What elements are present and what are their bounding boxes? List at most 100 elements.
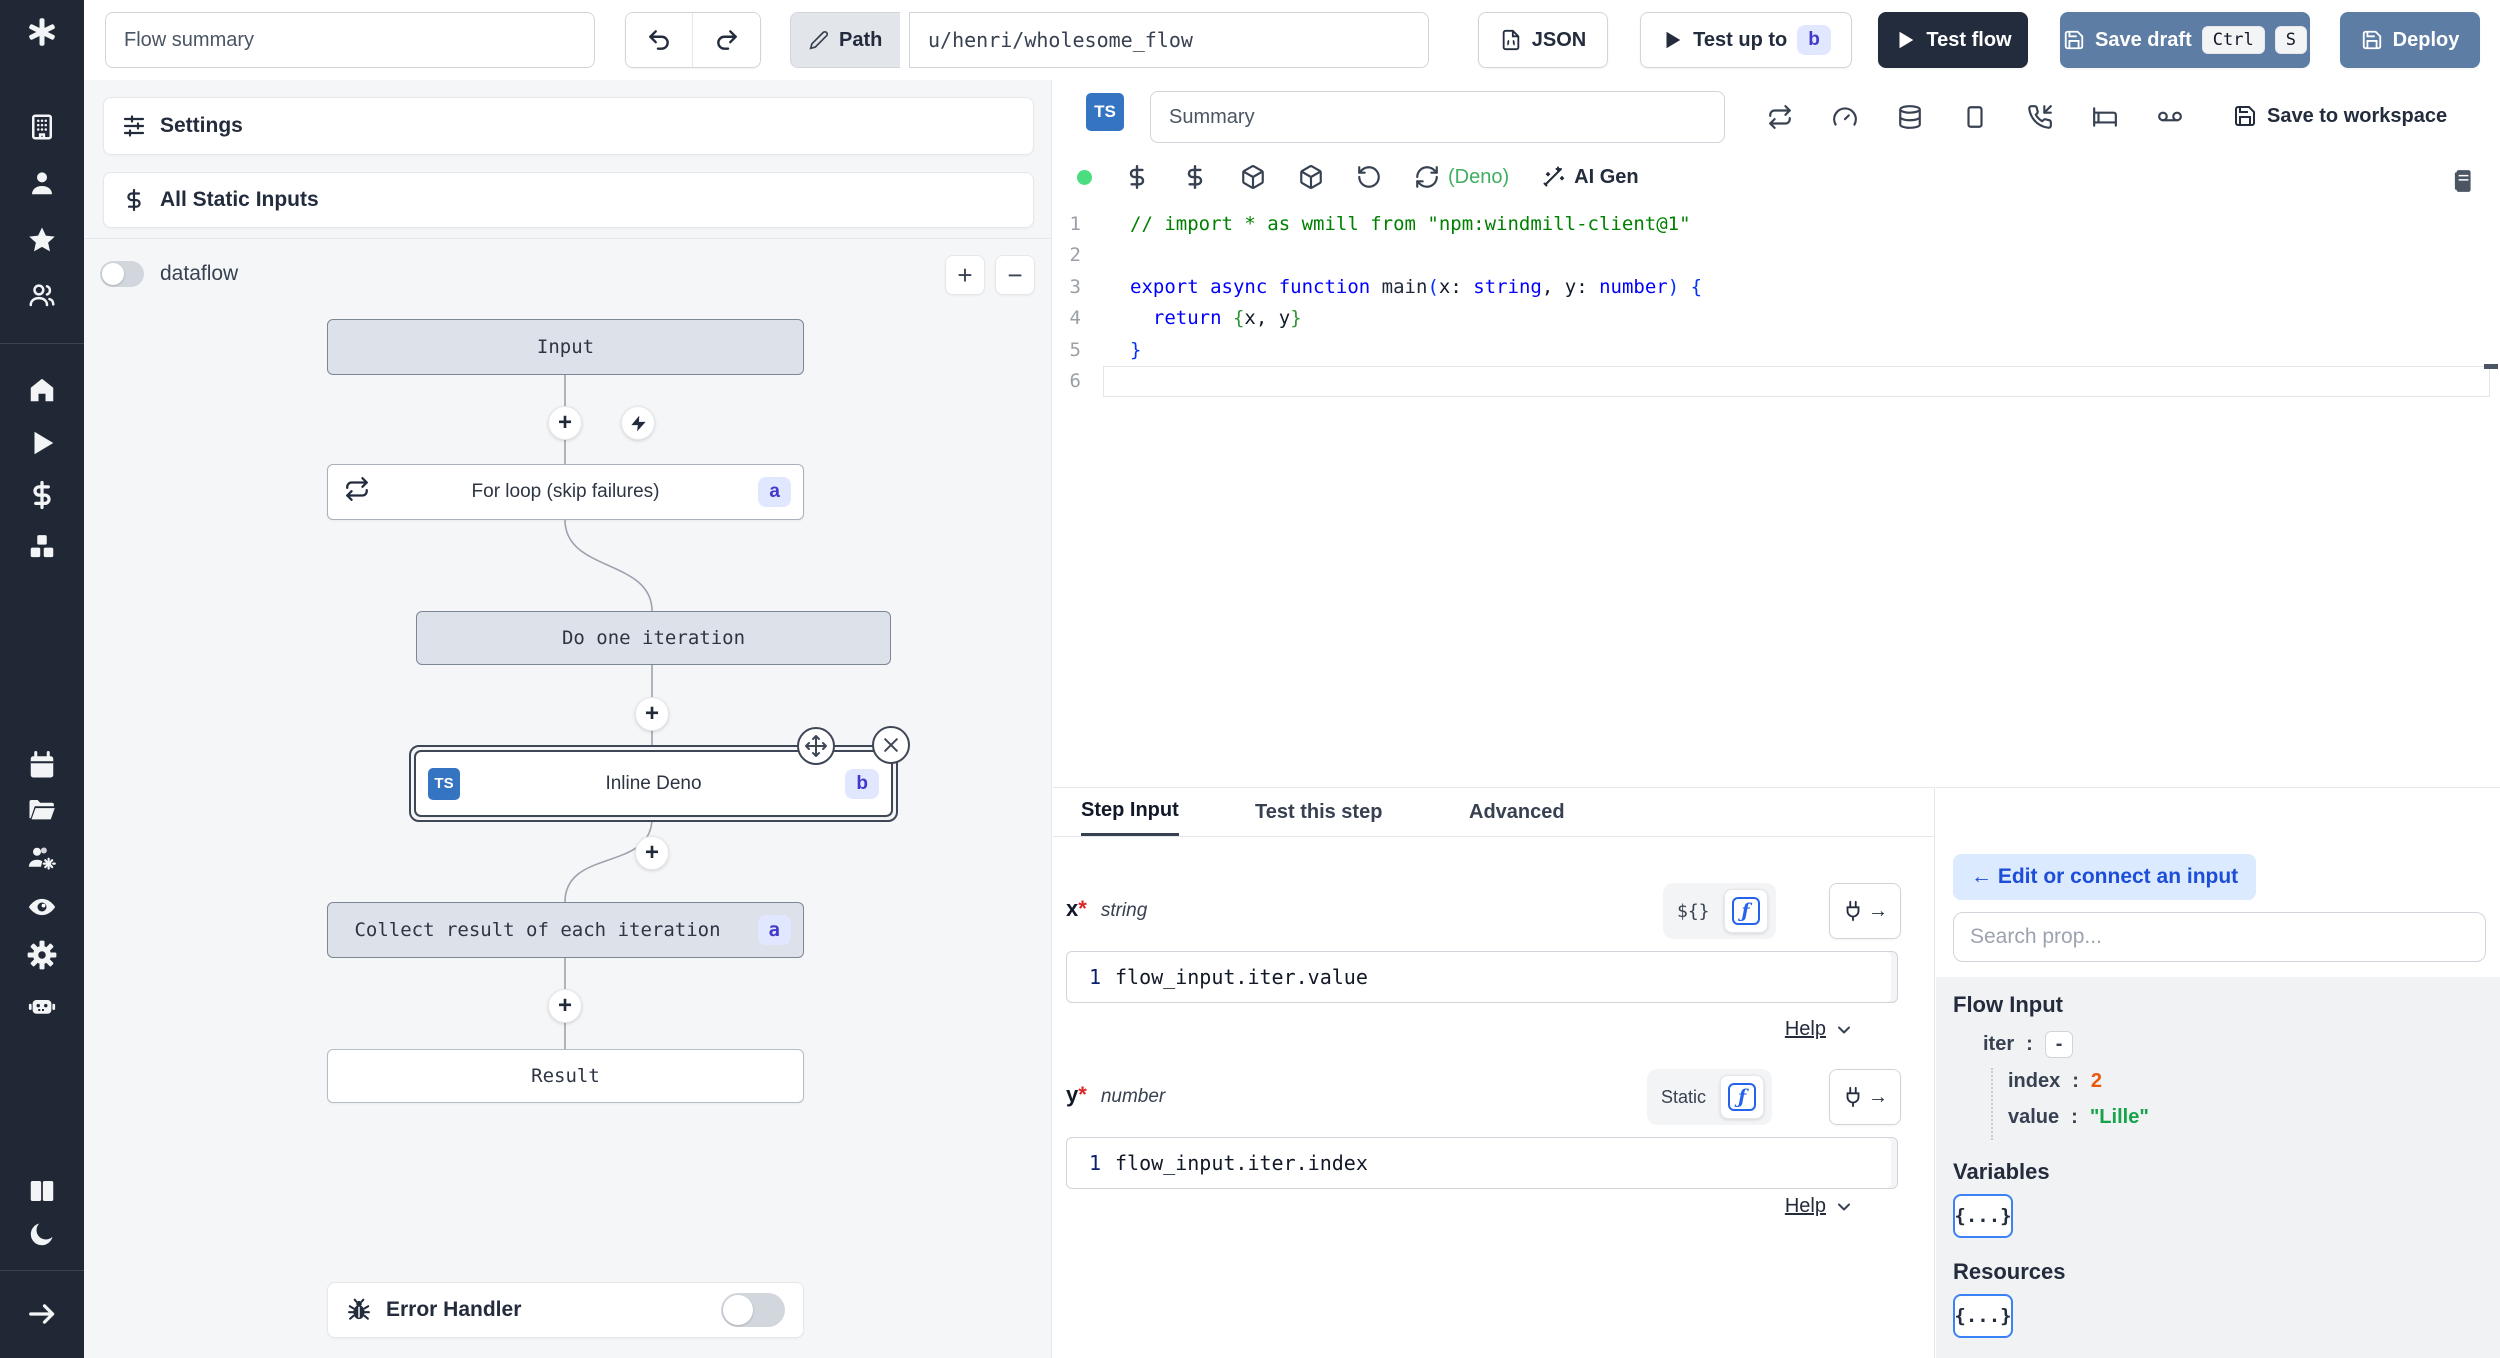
flow-summary-input[interactable]	[105, 12, 595, 68]
package-box-icon[interactable]	[1240, 164, 1266, 190]
test-flow-button[interactable]: Test flow	[1878, 12, 2028, 68]
workspace-building-icon[interactable]	[0, 105, 84, 149]
step-summary-input[interactable]	[1150, 91, 1725, 143]
code-editor[interactable]: 1// import * as wmill from "npm:windmill…	[1053, 208, 2490, 397]
resources-object-button[interactable]: {...}	[1953, 1294, 2013, 1338]
code-line[interactable]: 4 return {x, y}	[1053, 303, 2490, 335]
node-result[interactable]: Result	[327, 1049, 804, 1103]
add-step-button[interactable]: +	[635, 836, 669, 870]
schedules-calendar-icon[interactable]	[0, 743, 84, 787]
ai-bot-icon[interactable]	[0, 983, 84, 1027]
sleep-bed-icon[interactable]	[2092, 104, 2118, 130]
variable-picker-dollar-icon[interactable]	[1124, 164, 1150, 190]
resource-picker-dollar-icon[interactable]	[1182, 164, 1208, 190]
prop-iter-value[interactable]: value: "Lille"	[2008, 1106, 2149, 1129]
cache-database-icon[interactable]	[1897, 104, 1923, 130]
plug-icon	[1846, 900, 1860, 922]
field-x-mode-toggle[interactable]: ${} ƒ	[1663, 883, 1776, 939]
save-draft-button[interactable]: Save draft Ctrl S	[2060, 12, 2310, 68]
deploy-button[interactable]: Deploy	[2340, 12, 2480, 68]
code-line[interactable]: 5}	[1053, 334, 2490, 366]
tab-advanced[interactable]: Advanced	[1469, 788, 1565, 836]
code-line[interactable]: 1// import * as wmill from "npm:windmill…	[1053, 208, 2490, 240]
redo-button[interactable]	[693, 13, 760, 67]
kbd-s: S	[2274, 26, 2307, 54]
expand-arrow-icon[interactable]	[0, 1292, 84, 1336]
folders-icon[interactable]	[0, 788, 84, 832]
error-handler-toggle[interactable]	[721, 1293, 785, 1327]
workers-users-cog-icon[interactable]	[0, 836, 84, 880]
node-collect-id-badge: a	[757, 915, 791, 945]
node-do-one-iteration[interactable]: Do one iteration	[416, 611, 891, 665]
runs-play-icon[interactable]	[0, 421, 84, 465]
code-line[interactable]: 6	[1053, 365, 2490, 397]
flow-input-section-title: Flow Input	[1953, 992, 2063, 1017]
reset-rotate-ccw-icon[interactable]	[1356, 164, 1382, 190]
audit-eye-icon[interactable]	[0, 885, 84, 929]
save-to-workspace-button[interactable]: Save to workspace	[2233, 104, 2447, 128]
add-step-button[interactable]: +	[548, 406, 582, 440]
chevron-down-icon	[1838, 1203, 1850, 1210]
field-x-connect-button[interactable]: →	[1829, 883, 1901, 939]
field-x-help-link[interactable]: Help	[1785, 1018, 1854, 1041]
library-book-icon[interactable]	[2450, 168, 2476, 194]
groups-icon[interactable]	[0, 273, 84, 317]
concurrency-gauge-icon[interactable]	[1832, 104, 1858, 130]
node-forloop[interactable]: For loop (skip failures) a	[327, 464, 804, 520]
resources-section-title: Resources	[1953, 1259, 2066, 1284]
field-y-mode-toggle[interactable]: Static ƒ	[1647, 1069, 1773, 1125]
collapse-toggle[interactable]: -	[2044, 1031, 2074, 1058]
undo-button[interactable]	[626, 13, 693, 67]
home-icon[interactable]	[0, 368, 84, 412]
dark-mode-moon-icon[interactable]	[0, 1212, 84, 1256]
tab-test-this-step[interactable]: Test this step	[1255, 788, 1382, 836]
edit-connect-input-button[interactable]: ← Edit or connect an input	[1953, 854, 2257, 900]
field-y-expression[interactable]: 1 flow_input.iter.index	[1066, 1137, 1898, 1189]
node-input-label: Input	[536, 336, 595, 358]
node-input[interactable]: Input	[327, 319, 804, 375]
javascript-expression-button[interactable]: ƒ	[1723, 889, 1768, 933]
voicemail-icon[interactable]	[2157, 104, 2183, 130]
windmill-flow-editor: Path JSON Test up to b Test flow Save dr…	[0, 0, 2500, 1358]
move-node-handle[interactable]	[797, 727, 835, 765]
javascript-expression-button[interactable]: ƒ	[1720, 1075, 1765, 1119]
ai-gen-button[interactable]: AI Gen	[1541, 165, 1639, 189]
node-collect-label: Collect result of each iteration	[354, 919, 721, 941]
package-box-icon[interactable]	[1298, 164, 1324, 190]
prop-iter[interactable]: iter: -	[1983, 1031, 2074, 1058]
retries-repeat-icon[interactable]	[1767, 104, 1793, 130]
search-prop-input[interactable]	[1953, 912, 2486, 962]
phone-incoming-icon[interactable]	[2027, 104, 2053, 130]
prop-iter-index[interactable]: index:2	[2008, 1070, 2102, 1093]
path-input[interactable]	[909, 12, 1429, 68]
variables-dollar-icon[interactable]	[0, 473, 84, 517]
variables-object-button[interactable]: {...}	[1953, 1194, 2013, 1238]
add-step-button[interactable]: +	[635, 697, 669, 731]
field-x-expression[interactable]: 1 flow_input.iter.value	[1066, 951, 1898, 1003]
docs-books-icon[interactable]	[0, 1169, 84, 1213]
line-number: 1	[1088, 965, 1101, 989]
code-line[interactable]: 3 export async function main(x: string, y…	[1053, 271, 2490, 303]
json-button[interactable]: JSON	[1478, 12, 1608, 68]
tab-step-input[interactable]: Step Input	[1081, 788, 1179, 836]
resources-boxes-icon[interactable]	[0, 525, 84, 569]
timeout-square-icon[interactable]	[1962, 104, 1988, 130]
delete-node-button[interactable]	[872, 726, 910, 764]
favorites-star-icon[interactable]	[0, 218, 84, 262]
test-flow-label: Test flow	[1926, 28, 2012, 51]
field-x-label: x* string	[1066, 896, 1148, 921]
windmill-logo-icon[interactable]	[0, 10, 84, 54]
node-collect-result[interactable]: Collect result of each iteration a	[327, 902, 804, 958]
node-iteration-label: Do one iteration	[561, 627, 746, 649]
field-y-help-link[interactable]: Help	[1785, 1195, 1854, 1218]
add-trigger-button[interactable]	[621, 406, 655, 440]
add-step-button[interactable]: +	[548, 989, 582, 1023]
code-line[interactable]: 2	[1053, 240, 2490, 272]
field-y-connect-button[interactable]: →	[1829, 1069, 1901, 1125]
settings-gear-icon[interactable]	[0, 933, 84, 977]
test-up-to-button[interactable]: Test up to b	[1640, 12, 1852, 68]
reload-runtime-button[interactable]: (Deno)	[1414, 164, 1509, 190]
node-inline-deno-selected[interactable]: TS Inline Deno b	[409, 726, 910, 822]
overview-ruler-cursor	[2484, 364, 2498, 369]
user-icon[interactable]	[0, 161, 84, 205]
